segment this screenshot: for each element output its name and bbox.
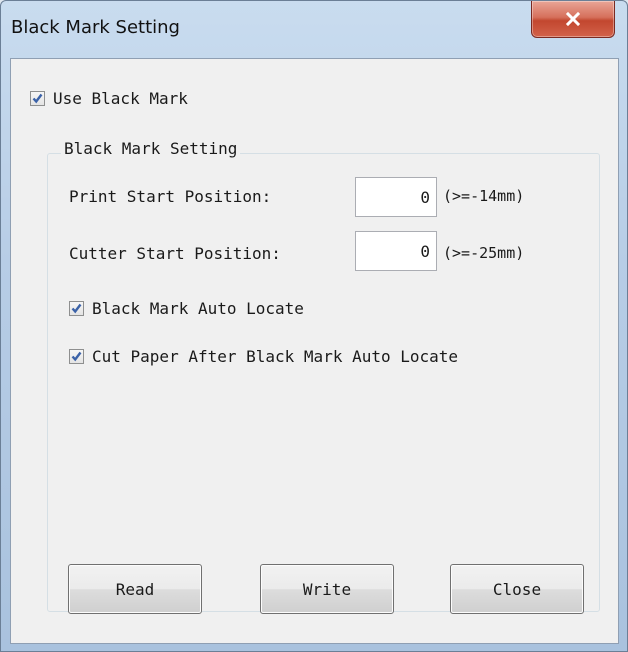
title-bar[interactable]: Black Mark Setting	[1, 1, 627, 57]
group-legend: Black Mark Setting	[61, 139, 241, 158]
window-title: Black Mark Setting	[11, 17, 180, 38]
check-mark-icon	[71, 303, 82, 314]
print-start-hint: (>=-14mm)	[443, 187, 525, 205]
close-icon	[565, 11, 581, 27]
cut-after-locate-checkbox[interactable]	[69, 349, 84, 364]
auto-locate-checkbox-row[interactable]: Black Mark Auto Locate	[69, 299, 304, 318]
use-black-mark-label: Use Black Mark	[53, 89, 188, 108]
cutter-start-hint: (>=-25mm)	[443, 244, 525, 262]
black-mark-setting-group	[47, 153, 600, 612]
use-black-mark-checkbox-row[interactable]: Use Black Mark	[30, 89, 188, 108]
read-button[interactable]: Read	[68, 564, 202, 614]
close-button[interactable]: Close	[450, 564, 584, 614]
print-start-position-label: Print Start Position:	[69, 187, 272, 206]
write-button[interactable]: Write	[260, 564, 394, 614]
cut-after-locate-checkbox-row[interactable]: Cut Paper After Black Mark Auto Locate	[69, 347, 458, 366]
auto-locate-checkbox[interactable]	[69, 301, 84, 316]
use-black-mark-checkbox[interactable]	[30, 91, 45, 106]
check-mark-icon	[71, 351, 82, 362]
window-close-button[interactable]	[531, 1, 615, 38]
auto-locate-label: Black Mark Auto Locate	[92, 299, 304, 318]
check-mark-icon	[32, 93, 43, 104]
print-start-position-input[interactable]	[355, 177, 437, 217]
cut-after-locate-label: Cut Paper After Black Mark Auto Locate	[92, 347, 459, 366]
cutter-start-position-label: Cutter Start Position:	[69, 244, 281, 263]
dialog-window: Black Mark Setting Use Black Mark Black …	[0, 0, 628, 652]
cutter-start-position-input[interactable]	[355, 231, 437, 271]
